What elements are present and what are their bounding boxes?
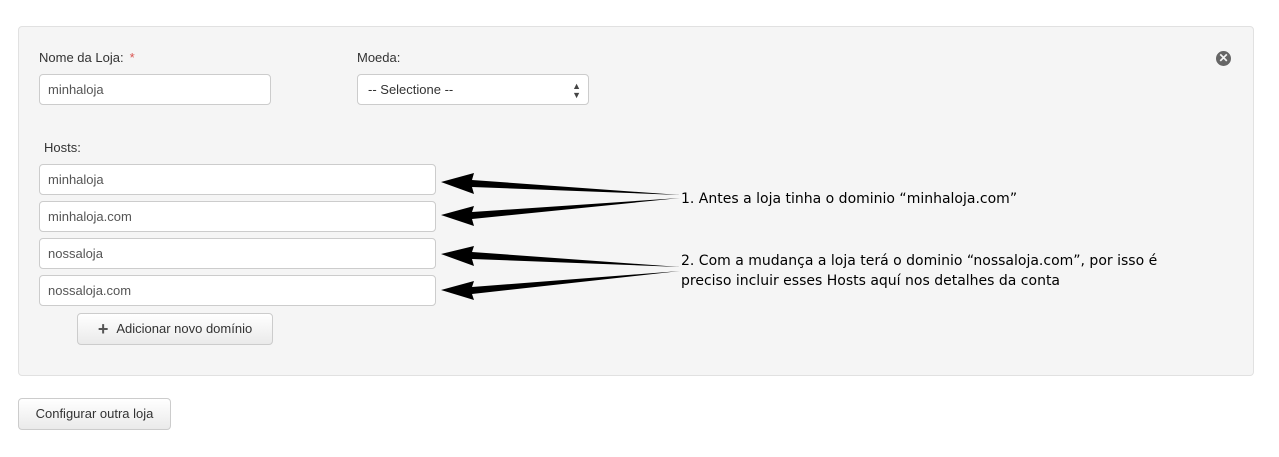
annotation-note-2-line-2: preciso incluir esses Hosts aquí nos det…: [681, 273, 1061, 289]
annotation-note-2-line-1: 2. Com a mudança a loja terá o dominio “…: [681, 253, 1158, 269]
configure-another-store-button[interactable]: Configurar outra loja: [18, 398, 171, 430]
arrow-1: [441, 173, 680, 195]
annotation-arrows: [441, 173, 680, 300]
annotation-note-2: 2. Com a mudança a loja terá o dominio “…: [681, 251, 1157, 291]
annotation-note-1: 1. Antes a loja tinha o dominio “minhalo…: [681, 191, 1018, 207]
arrow-4: [441, 271, 680, 300]
arrow-3: [441, 246, 680, 267]
arrow-2: [441, 198, 680, 226]
